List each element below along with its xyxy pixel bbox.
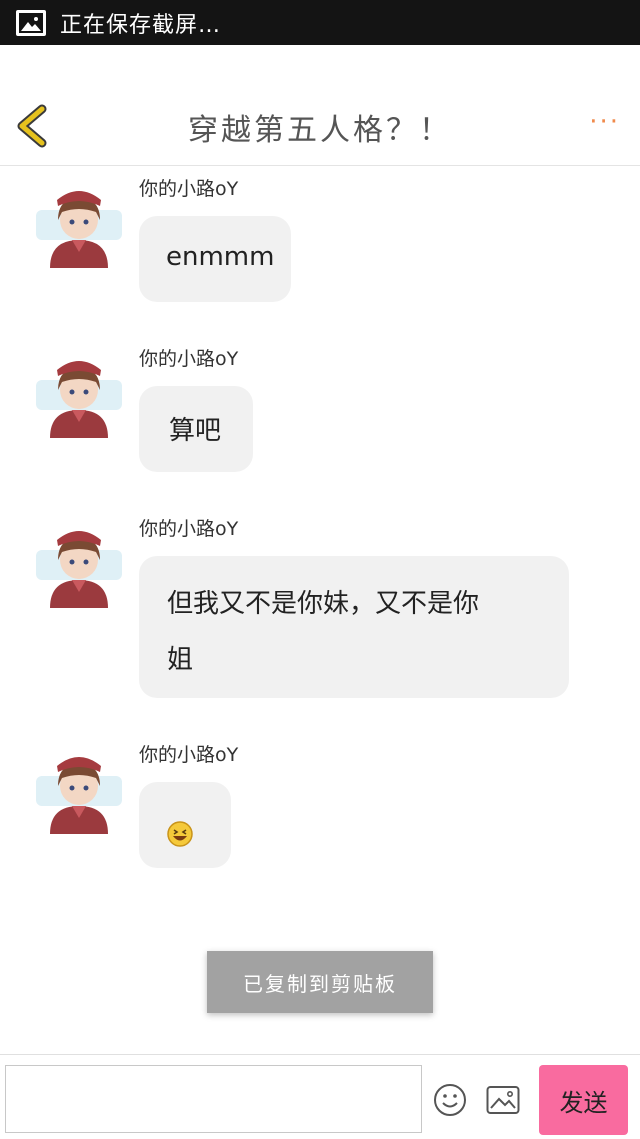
chat-header: 穿越第五人格？！ ···: [0, 45, 640, 166]
clipboard-toast: 已复制到剪贴板: [207, 951, 433, 1013]
emoji-button[interactable]: [433, 1083, 467, 1117]
image-icon: [486, 1086, 520, 1114]
send-button[interactable]: 发送: [539, 1065, 628, 1135]
laughing-emoji-icon: [167, 821, 193, 847]
avatar-character-icon: [36, 361, 122, 438]
sender-name: 你的小路oY: [139, 518, 239, 540]
avatar-character-icon: [36, 531, 122, 608]
message-bubble[interactable]: [139, 782, 231, 868]
chat-title: 穿越第五人格？！: [188, 113, 452, 148]
sender-name: 你的小路oY: [139, 348, 239, 370]
chat-message-list[interactable]: 你的小路oY enmmm 你的小路oY 算吧 你的小路oY 但我又不是你妹，又不…: [0, 166, 640, 1054]
message-bubble[interactable]: 但我又不是你妹，又不是你 姐: [139, 556, 569, 698]
message-text: 算吧: [169, 416, 222, 446]
avatar[interactable]: [36, 352, 122, 438]
message-text: enmmm: [166, 242, 275, 272]
message-text-line: 姐: [167, 645, 194, 675]
avatar-character-icon: [36, 191, 122, 268]
screenshot-image-icon: [16, 9, 46, 36]
avatar[interactable]: [36, 182, 122, 268]
message-input[interactable]: [5, 1065, 422, 1133]
avatar[interactable]: [36, 522, 122, 608]
message-text-line: 但我又不是你妹，又不是你: [167, 589, 480, 619]
image-button[interactable]: [486, 1084, 520, 1116]
message-bubble[interactable]: 算吧: [139, 386, 253, 472]
avatar-character-icon: [36, 757, 122, 834]
status-text: 正在保存截屏…: [60, 12, 222, 38]
message-bubble[interactable]: enmmm: [139, 216, 291, 302]
avatar[interactable]: [36, 748, 122, 834]
sender-name: 你的小路oY: [139, 744, 239, 766]
message-input-bar: 发送: [0, 1054, 640, 1139]
chevron-left-icon: [17, 104, 47, 148]
sender-name: 你的小路oY: [139, 178, 239, 200]
more-options-button[interactable]: ···: [589, 107, 620, 137]
back-button[interactable]: [14, 103, 54, 149]
smiley-icon: [434, 1084, 466, 1116]
status-bar: 正在保存截屏…: [0, 0, 640, 45]
